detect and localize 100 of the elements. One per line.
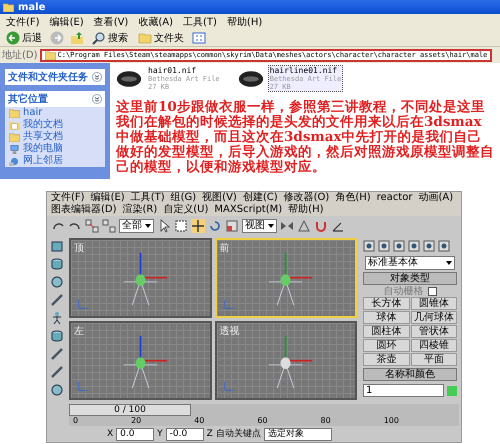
collapse-icon[interactable] [92,94,102,104]
motion-tab-icon[interactable] [408,240,420,252]
object-type-button[interactable]: 圆环 [363,339,410,352]
reference-coordinate-dropdown[interactable]: 视图 [242,219,277,233]
file-name: hair01.nif [148,66,198,75]
menu-item[interactable]: 收藏(A) [138,15,173,29]
menu-item[interactable]: 创建(C) [242,192,278,204]
sphere-icon[interactable] [50,275,64,289]
place-link[interactable]: 我的文档 [23,119,63,131]
menu-item[interactable]: 帮助(H) [288,204,324,216]
object-type-button[interactable]: 平面 [410,353,457,366]
place-link[interactable]: hair [23,107,42,119]
address-label: 地址(D) [2,48,38,62]
box-icon[interactable] [50,239,64,253]
search-button[interactable]: 搜索 [90,31,130,45]
menu-item[interactable]: 编辑(E) [90,192,125,204]
menu-item[interactable]: 渲染(R) [122,204,158,216]
name-field[interactable]: 1 [363,384,444,397]
menu-item[interactable]: 文件(F) [51,192,85,204]
place-link[interactable]: 共享文档 [23,131,63,143]
menu-item[interactable]: 工具(T) [183,15,217,29]
menu-item[interactable]: 角色(H) [335,192,371,204]
panel-title: 其它位置 [8,92,48,106]
view-grid-icon[interactable] [192,31,206,45]
align-icon[interactable] [297,219,311,233]
viewport[interactable]: 前 [214,238,357,318]
coordinate-field[interactable]: -0.0 [166,428,204,441]
axis-tripod-icon [222,298,234,310]
hierarchy-tab-icon[interactable] [393,240,405,252]
object-type-button[interactable]: 管状体 [410,325,457,338]
viewport[interactable]: 左 [69,320,212,400]
menu-item[interactable]: 文件(F) [6,15,40,29]
utilities-tab-icon[interactable] [438,240,450,252]
cylinder-icon[interactable] [50,257,64,271]
move-icon[interactable] [191,219,205,233]
menu-item[interactable]: 帮助(H) [226,15,262,29]
menu-item[interactable]: 查看(V) [94,15,128,29]
menu-item[interactable]: MAXScript(M) [214,204,282,216]
network-icon [9,156,20,166]
object-type-button[interactable]: 几何球体 [410,311,457,324]
link-icon[interactable] [85,219,99,233]
place-link[interactable]: 我的电脑 [23,143,63,155]
create-tab-icon[interactable] [363,240,375,252]
axis-tripod-icon [77,298,89,310]
menu-item[interactable]: 图表编辑器(D) [51,204,117,216]
folder-up-icon[interactable] [70,31,84,45]
menu-item[interactable]: 组(G) [170,192,196,204]
frame-counter[interactable]: 0 / 100 [69,404,191,416]
menu-item[interactable]: 编辑(E) [50,15,84,29]
display-tab-icon[interactable] [423,240,435,252]
stack-icon[interactable] [50,329,64,343]
menu-item[interactable]: 自定义(U) [163,204,208,216]
object-type-button[interactable]: 茶壶 [363,353,410,366]
frame-tick-label: 20 [131,416,142,426]
scale-icon[interactable] [225,219,239,233]
document-folder-icon [9,120,20,130]
unlink-icon[interactable] [102,219,116,233]
rotate-icon[interactable] [208,219,222,233]
viewport[interactable]: 顶 [69,238,212,318]
menu-item[interactable]: reactor [376,192,412,204]
category-dropdown[interactable]: 标准基本体 [365,256,455,270]
viewport-label: 透视 [220,324,240,338]
folders-button[interactable]: 文件夹 [136,31,186,45]
viewport[interactable]: 透视 [214,320,357,400]
object-type-button[interactable]: 球体 [363,311,410,324]
object-type-button[interactable]: 四棱锥 [410,339,457,352]
back-button[interactable]: 后退 [4,31,44,45]
selection-filter-dropdown[interactable]: 全部 [119,219,154,233]
object-type-button[interactable]: 圆锥体 [410,297,457,310]
key-filter-dropdown[interactable]: 选定对象 [264,428,332,441]
menu-item[interactable]: 视图(V) [202,192,237,204]
axis-tripod-icon [77,380,89,392]
object-type-button[interactable]: 长方体 [363,297,410,310]
frame-tick-label: 60 [257,416,268,426]
mirror-icon[interactable] [280,219,294,233]
search-icon [92,31,106,45]
coordinate-label: Y [157,429,163,440]
computer-icon [9,144,20,154]
place-link[interactable]: 网上邻居 [23,155,63,167]
disc-logo-icon [116,70,142,88]
modify-tab-icon[interactable] [378,240,390,252]
menu-item[interactable]: 修改器(O) [284,192,330,204]
viewport-label: 顶 [74,242,84,255]
coordinate-field[interactable]: 0.0 [116,428,154,441]
menu-item[interactable]: 工具(T) [130,192,165,204]
rollout-header[interactable]: 名称和颜色 [363,368,457,381]
color-swatch[interactable] [447,386,457,396]
folder-icon [3,2,14,12]
select-region-icon[interactable] [174,219,188,233]
figure-icon[interactable] [50,311,64,325]
collapse-icon[interactable] [92,72,102,82]
autogrid-checkbox[interactable] [428,287,436,296]
rollout-header[interactable]: 对象类型 [363,272,457,285]
disc-logo-icon [238,70,264,88]
menu-item[interactable]: 动画(A) [418,192,454,204]
frame-tick-label: 0 [73,416,78,426]
object-type-button[interactable]: 圆柱体 [363,325,410,338]
viewport-label: 前 [220,242,230,255]
file-name: hairline01.nif [270,66,338,75]
folder-icon [44,50,56,60]
